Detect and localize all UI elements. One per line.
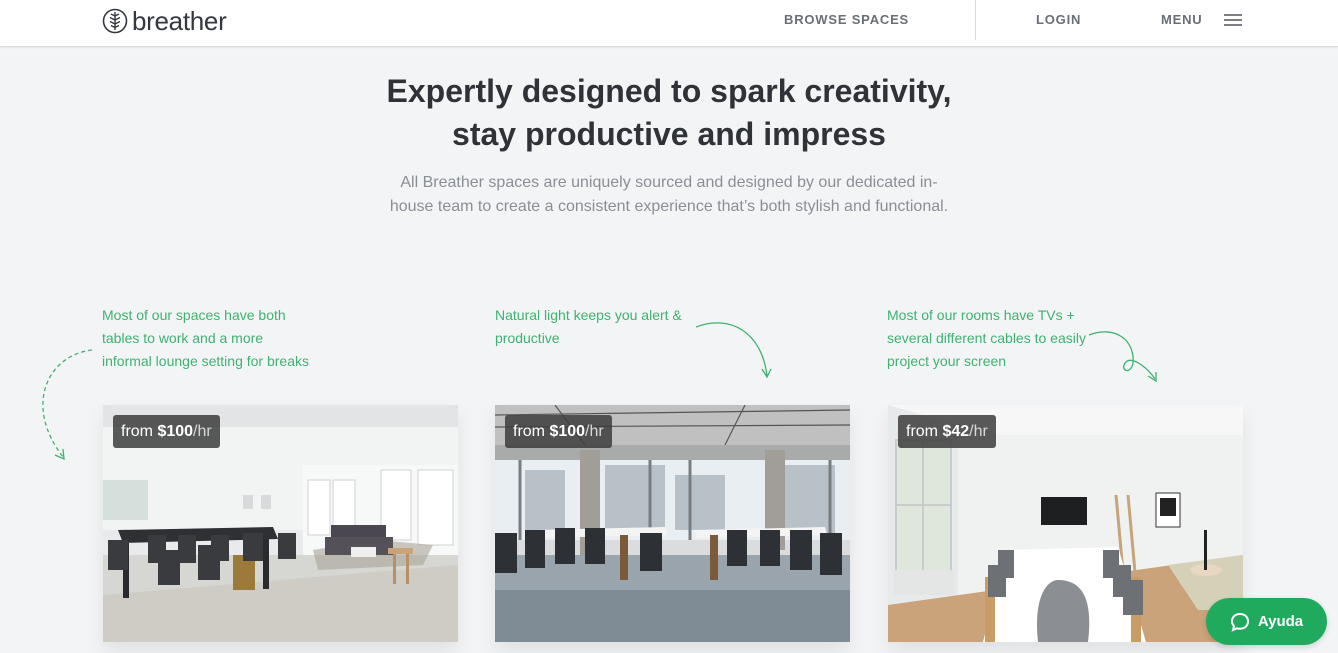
curved-arrow-icon — [695, 322, 772, 379]
price-badge: from $100/hr — [113, 415, 220, 448]
space-card-natural-light[interactable]: from $100/hr — [495, 405, 850, 642]
dashed-arrow-icon — [42, 349, 93, 461]
tree-leaf-icon — [102, 8, 128, 34]
top-nav: breather BROWSE SPACES LOGIN MENU — [0, 0, 1338, 47]
feature-note-light: Natural light keeps you alert & producti… — [495, 307, 682, 346]
logo-text: breather — [132, 6, 227, 36]
feature-note-lounge: Most of our spaces have both tables to w… — [102, 307, 309, 369]
login-link[interactable]: LOGIN — [1036, 13, 1081, 27]
page-subtext: All Breather spaces are uniquely sourced… — [389, 171, 949, 219]
chat-bubble-icon — [1230, 612, 1249, 632]
space-card-tv-room[interactable]: from $42/hr — [888, 405, 1243, 642]
feature-note-tv: Most of our rooms have TVs + several dif… — [887, 307, 1086, 369]
headline-line-2: stay productive and impress — [452, 116, 886, 152]
headline-line-1: Expertly designed to spark creativity, — [386, 73, 952, 109]
help-label: Ayuda — [1257, 613, 1304, 630]
price-badge: from $100/hr — [505, 415, 612, 448]
menu-link[interactable]: MENU — [1161, 13, 1202, 27]
subtext-line-2: house team to create a consistent experi… — [389, 198, 949, 215]
browse-spaces-link[interactable]: BROWSE SPACES — [784, 13, 909, 27]
space-card-lounge[interactable]: from $100/hr — [103, 405, 458, 642]
page-headline: Expertly designed to spark creativity, s… — [369, 70, 969, 156]
nav-divider — [975, 0, 976, 40]
subtext-line-1: All Breather spaces are uniquely sourced… — [400, 174, 938, 191]
breather-logo[interactable]: breather — [102, 6, 227, 36]
loop-arrow-icon — [1088, 331, 1157, 383]
help-chat-button[interactable]: Ayuda — [1206, 598, 1327, 645]
price-badge: from $42/hr — [898, 415, 996, 448]
hamburger-icon[interactable] — [1224, 14, 1242, 26]
